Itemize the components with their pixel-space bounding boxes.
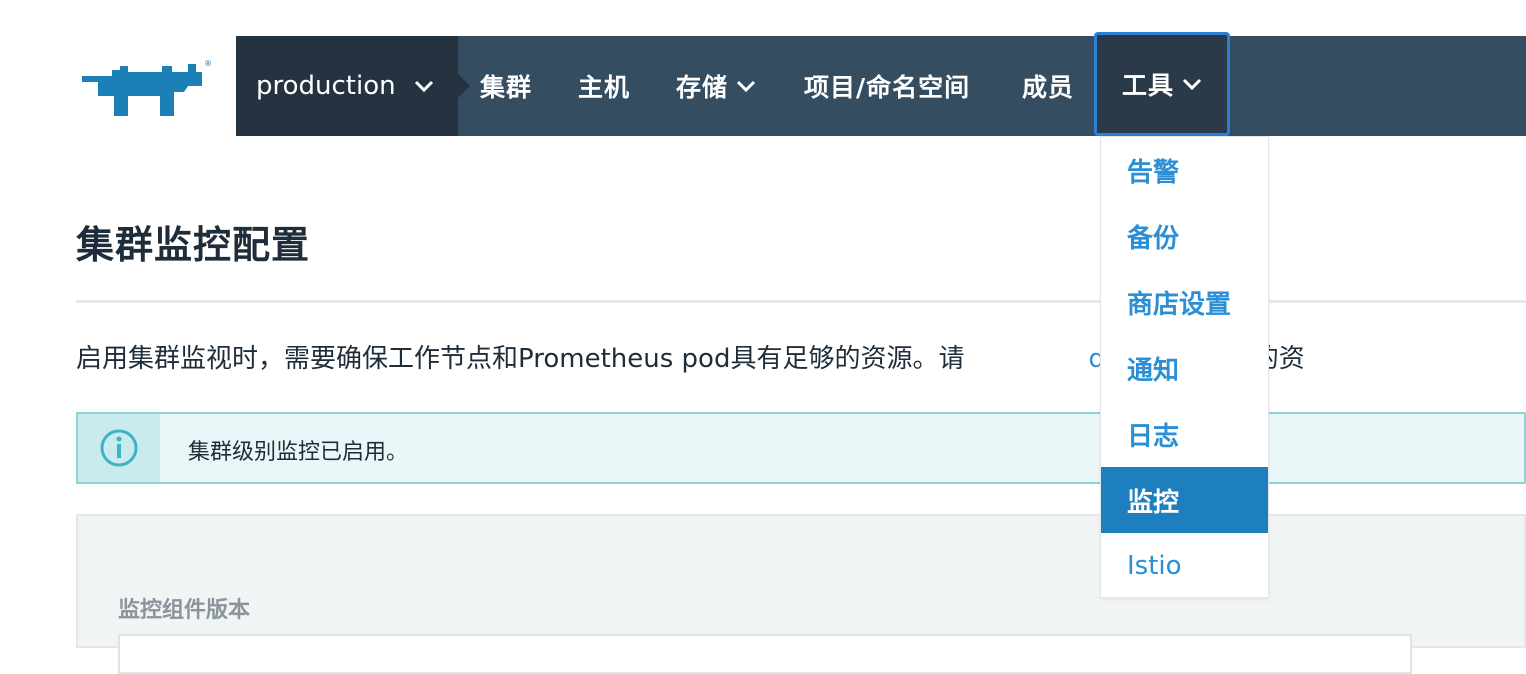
menu-item-catalog-settings[interactable]: 商店设置 <box>1101 269 1268 335</box>
chevron-down-icon <box>1182 77 1202 91</box>
cluster-selector[interactable]: production <box>236 36 470 136</box>
chevron-down-icon <box>736 79 756 93</box>
nav-item-hosts[interactable]: 主机 <box>578 36 630 136</box>
nav-item-members[interactable]: 成员 <box>1022 36 1074 136</box>
cluster-selector-label: production <box>256 71 396 101</box>
menu-item-label: 监控 <box>1127 487 1180 518</box>
menu-item-label: 告警 <box>1127 157 1180 188</box>
nav-tools-label: 工具 <box>1121 71 1174 100</box>
menu-item-logging[interactable]: 日志 <box>1101 401 1268 467</box>
page-description: 启用集群监视时，需要确保工作节点和Prometheus pod具有足够的资源。请… <box>76 338 1526 375</box>
menu-item-label: 日志 <box>1127 421 1180 452</box>
tools-dropdown-menu: 告警 备份 商店设置 通知 日志 监控 Istio <box>1100 136 1269 598</box>
page-title: 集群监控配置 <box>76 223 311 267</box>
info-banner: 集群级别监控已启用。 <box>76 412 1526 484</box>
menu-item-label: Istio <box>1127 551 1182 581</box>
nav-item-cluster[interactable]: 集群 <box>480 36 532 136</box>
nav-item-storage[interactable]: 存储 <box>676 36 756 136</box>
cluster-selector-arrow <box>458 74 470 98</box>
menu-item-label: 商店设置 <box>1127 289 1232 320</box>
nav-item-label: 成员 <box>1022 73 1075 102</box>
menu-item-label: 通知 <box>1127 355 1180 386</box>
svg-text:®: ® <box>204 59 212 68</box>
component-version-field[interactable] <box>118 634 1412 674</box>
nav-item-label: 主机 <box>578 73 631 102</box>
menu-item-label: 备份 <box>1127 223 1180 254</box>
top-navbar: production 集群 主机 存储 项目/命名空间 成员 工具 <box>236 32 1526 136</box>
description-text: 启用集群监视时，需要确保工作节点和Prometheus pod具有足够的资源。请 <box>76 344 965 374</box>
nav-item-label: 项目/命名空间 <box>804 73 971 102</box>
rancher-logo[interactable]: ® <box>76 56 214 120</box>
menu-item-alerts[interactable]: 告警 <box>1101 137 1268 203</box>
title-divider <box>76 300 1526 303</box>
monitoring-config-panel: 监控组件版本 <box>76 514 1526 674</box>
rancher-cow-logo-icon: ® <box>82 59 212 116</box>
info-circle-icon <box>78 414 160 482</box>
menu-item-monitoring[interactable]: 监控 <box>1101 467 1268 533</box>
nav-item-tools[interactable]: 工具 <box>1094 32 1230 136</box>
nav-item-label: 存储 <box>676 73 729 102</box>
menu-item-istio[interactable]: Istio <box>1101 533 1268 599</box>
menu-item-backups[interactable]: 备份 <box>1101 203 1268 269</box>
component-version-label: 监控组件版本 <box>118 598 251 623</box>
info-banner-message: 集群级别监控已启用。 <box>188 440 409 465</box>
menu-item-notifiers[interactable]: 通知 <box>1101 335 1268 401</box>
chevron-down-icon <box>414 79 434 93</box>
nav-item-label: 集群 <box>480 73 533 102</box>
nav-item-projects-namespaces[interactable]: 项目/命名空间 <box>804 36 970 136</box>
